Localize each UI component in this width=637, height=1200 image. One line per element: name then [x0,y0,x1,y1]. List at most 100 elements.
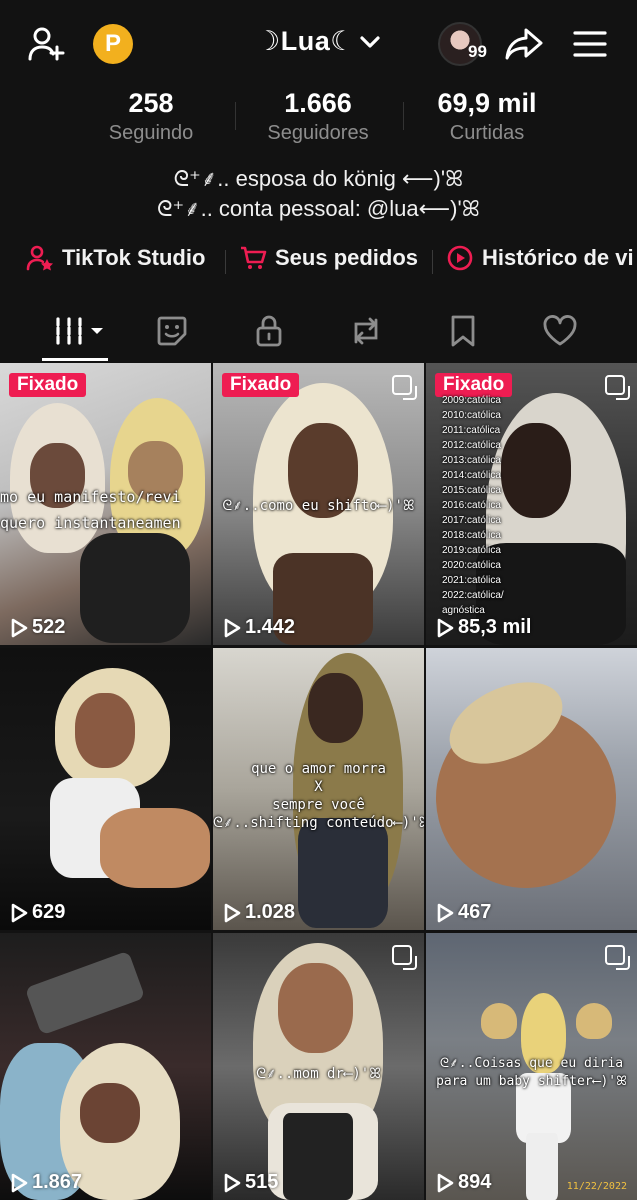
thumbnail-figure [526,1133,558,1200]
videos-grid-icon [56,317,103,345]
profile-tabs [0,306,637,362]
bookmark-icon [451,315,475,347]
video-thumbnail[interactable]: ᘓ⸙..mom dr⟵)'ꕤ 515 [213,933,424,1200]
view-count-label: 522 [32,616,66,638]
date-stamp: 11/22/2022 [566,1181,627,1192]
carousel-icon [392,945,417,970]
play-icon [224,1173,241,1192]
link-label: Seus pedidos [275,245,419,270]
video-caption: ᘓ⸙..como eu shifto⟵)'ꕤ [222,498,415,514]
profile-bio: ᘓ⁺⸙.. esposa do könig ⟵)'ꕤ ᘓ⁺⸙.. conta p… [0,164,637,224]
tab-reposts[interactable] [336,306,396,356]
thumbnail-figure [24,950,146,1036]
stickers-icon [157,316,187,346]
video-thumbnail[interactable]: ᘓ⸙..Coisas que eu diria para um baby shi… [426,933,637,1200]
video-caption: que o amor morra X sempre você ᘓ⸙..shift… [213,761,424,831]
view-count: 629 [10,901,65,924]
view-count: 467 [436,901,491,924]
view-count-label: 629 [32,901,66,923]
lock-icon [256,315,282,347]
stat-label: Seguidores [267,122,369,144]
video-thumbnail[interactable]: Fixado 2009:católica 2010:católica 2011:… [426,363,637,645]
view-count: 894 [436,1171,491,1194]
play-icon [437,1173,454,1192]
thumbnail-figure [283,1113,353,1200]
tab-private[interactable] [239,306,299,356]
view-count: 1.867 [10,1171,82,1194]
thumbnail-figure [501,423,571,518]
tab-liked[interactable] [530,306,590,356]
stat-value: 1.666 [284,88,352,118]
stat-followers[interactable]: 1.666 Seguidores [233,86,403,146]
play-icon [11,1173,28,1192]
link-label: Histórico de vi [482,245,634,270]
avatar-count: 99 [468,42,487,61]
video-thumbnail[interactable]: 1.867 [0,933,211,1200]
video-thumbnail[interactable]: Fixado mo eu manifesto/revi quero instan… [0,363,211,645]
tiktok-studio-link[interactable]: TikTok Studio [26,244,205,272]
thumbnail-figure [278,963,353,1053]
active-tab-indicator [42,358,108,361]
link-divider [432,250,433,274]
chevron-down-icon[interactable] [359,27,381,58]
video-thumbnail[interactable]: 467 [426,648,637,930]
view-count-label: 1.867 [32,1171,83,1193]
stat-label: Curtidas [449,122,525,144]
view-count: 1.442 [223,616,295,639]
thumbnail-figure [298,818,388,928]
thumbnail-figure [481,1003,517,1039]
profile-header: P ☽Lua☾ 99 [0,0,637,84]
play-icon [437,618,454,637]
repost-icon [354,317,378,345]
stat-following[interactable]: 258 Seguindo [66,86,236,146]
thumbnail-figure [308,673,363,743]
play-icon [11,903,28,922]
video-thumbnail[interactable]: 629 [0,648,211,930]
pinned-badge: Fixado [222,373,300,397]
cart-icon [241,246,267,269]
play-icon [437,903,454,922]
play-history-icon [447,245,473,271]
stat-label: Seguindo [108,122,194,144]
menu-icon[interactable] [571,26,609,62]
video-thumbnail[interactable]: Fixado ᘓ⸙..como eu shifto⟵)'ꕤ 1.442 [213,363,424,645]
view-count: 1.028 [223,901,295,924]
orders-link[interactable]: Seus pedidos [239,244,418,272]
username-text: ☽Lua☾ [256,26,355,56]
video-thumbnail[interactable]: que o amor morra X sempre você ᘓ⸙..shift… [213,648,424,930]
carousel-icon [605,945,630,970]
profile-links-row: TikTok Studio Seus pedidos Histórico de … [0,244,637,280]
view-count: 515 [223,1171,278,1194]
view-count-label: 467 [458,901,492,923]
thumbnail-figure [80,1083,140,1143]
carousel-icon [605,375,630,400]
tab-stickers[interactable] [142,306,202,356]
stat-likes[interactable]: 69,9 mil Curtidas [402,86,572,146]
view-count-label: 85,3 mil [458,616,532,638]
play-icon [224,618,241,637]
pinned-badge: Fixado [9,373,87,397]
view-count: 85,3 mil [436,616,531,639]
tab-favorites[interactable] [433,306,493,356]
play-icon [224,903,241,922]
thumbnail-figure [80,533,190,643]
tab-videos[interactable] [48,306,112,356]
heart-icon [543,315,577,346]
view-count-label: 515 [245,1171,279,1193]
tiktok-studio-icon [26,245,53,271]
view-count-label: 1.028 [245,901,296,923]
stat-value: 258 [128,88,174,118]
view-count-label: 1.442 [245,616,296,638]
history-link[interactable]: Histórico de vi [446,244,634,272]
play-icon [11,618,28,637]
bio-line: ᘓ⁺⸙.. esposa do könig ⟵)'ꕤ [173,166,464,191]
video-grid: Fixado mo eu manifesto/revi quero instan… [0,363,637,1200]
video-caption: 2009:católica 2010:católica 2011:católic… [442,395,504,616]
carousel-icon [392,375,417,400]
view-count-label: 894 [458,1171,492,1193]
link-label: TikTok Studio [62,245,206,270]
stat-value: 69,9 mil [437,88,537,118]
link-divider [225,250,226,274]
share-icon[interactable] [503,24,545,64]
bio-line[interactable]: ᘓ⁺⸙.. conta pessoal: @lua⟵)'ꕤ [0,194,637,224]
